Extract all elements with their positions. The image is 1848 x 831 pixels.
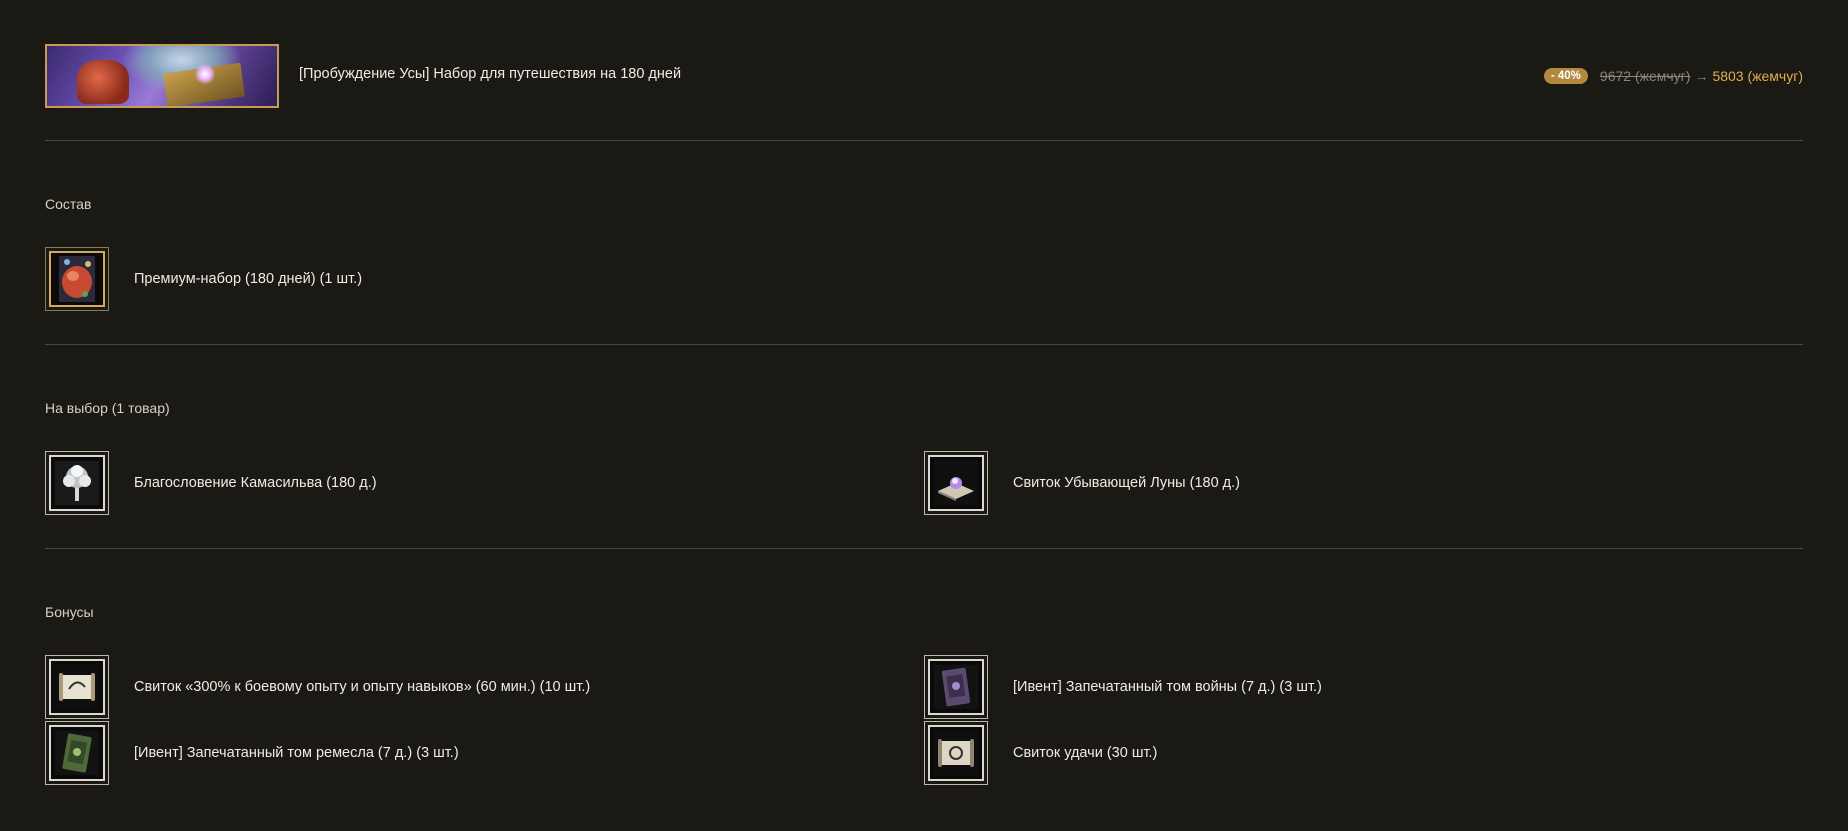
bonus-item[interactable]: [Ивент] Запечатанный том ремесла (7 д.) …: [45, 720, 459, 786]
package-detail-page: [Пробуждение Усы] Набор для путешествия …: [0, 0, 1848, 831]
scroll-icon: [49, 659, 105, 715]
composition-item[interactable]: Премиум-набор (180 дней) (1 шт.): [45, 246, 362, 312]
choice-item[interactable]: Свиток Убывающей Луны (180 д.): [924, 450, 1240, 516]
item-slot[interactable]: [924, 721, 988, 785]
bag-decoration: [77, 60, 129, 104]
moon-scroll-icon: [928, 455, 984, 511]
item-label: Премиум-набор (180 дней) (1 шт.): [134, 271, 363, 287]
item-slot[interactable]: [45, 655, 109, 719]
package-title: [Пробуждение Усы] Набор для путешествия …: [299, 66, 682, 82]
divider: [45, 548, 1803, 549]
war-tome-icon: [928, 659, 984, 715]
package-header: [Пробуждение Усы] Набор для путешествия …: [45, 44, 1803, 108]
orb-decoration: [195, 64, 215, 84]
new-price: 5803 (жемчуг): [1712, 68, 1803, 84]
discount-badge: - 40%: [1543, 68, 1588, 84]
item-label: [Ивент] Запечатанный том ремесла (7 д.) …: [134, 745, 459, 761]
price-arrow-icon: →: [1694, 68, 1709, 84]
item-label: Благословение Камасильва (180 д.): [134, 475, 377, 491]
silver-tree-icon: [49, 455, 105, 511]
item-slot[interactable]: [45, 721, 109, 785]
item-slot[interactable]: [45, 247, 109, 311]
price-block: - 40% 9672 (жемчуг) → 5803 (жемчуг): [1543, 68, 1803, 84]
item-slot[interactable]: [924, 655, 988, 719]
item-label: [Ивент] Запечатанный том войны (7 д.) (3…: [1013, 679, 1322, 695]
craft-tome-icon: [49, 725, 105, 781]
package-banner-image: [45, 44, 279, 108]
luck-scroll-icon: [928, 725, 984, 781]
item-slot[interactable]: [45, 451, 109, 515]
section-title-choice: На выбор (1 товар): [45, 400, 170, 416]
item-label: Свиток «300% к боевому опыту и опыту нав…: [134, 679, 591, 695]
item-label: Свиток Убывающей Луны (180 д.): [1013, 475, 1241, 491]
bonus-item[interactable]: Свиток удачи (30 шт.): [924, 720, 1157, 786]
divider: [45, 344, 1803, 345]
section-title-bonuses: Бонусы: [45, 604, 94, 620]
bonus-item[interactable]: [Ивент] Запечатанный том войны (7 д.) (3…: [924, 654, 1322, 720]
item-label: Свиток удачи (30 шт.): [1013, 745, 1158, 761]
item-slot[interactable]: [924, 451, 988, 515]
bonus-item[interactable]: Свиток «300% к боевому опыту и опыту нав…: [45, 654, 590, 720]
premium-bag-icon: [49, 251, 105, 307]
section-title-composition: Состав: [45, 196, 92, 212]
divider: [45, 140, 1803, 141]
choice-item[interactable]: Благословение Камасильва (180 д.): [45, 450, 377, 516]
old-price: 9672 (жемчуг): [1599, 68, 1691, 84]
